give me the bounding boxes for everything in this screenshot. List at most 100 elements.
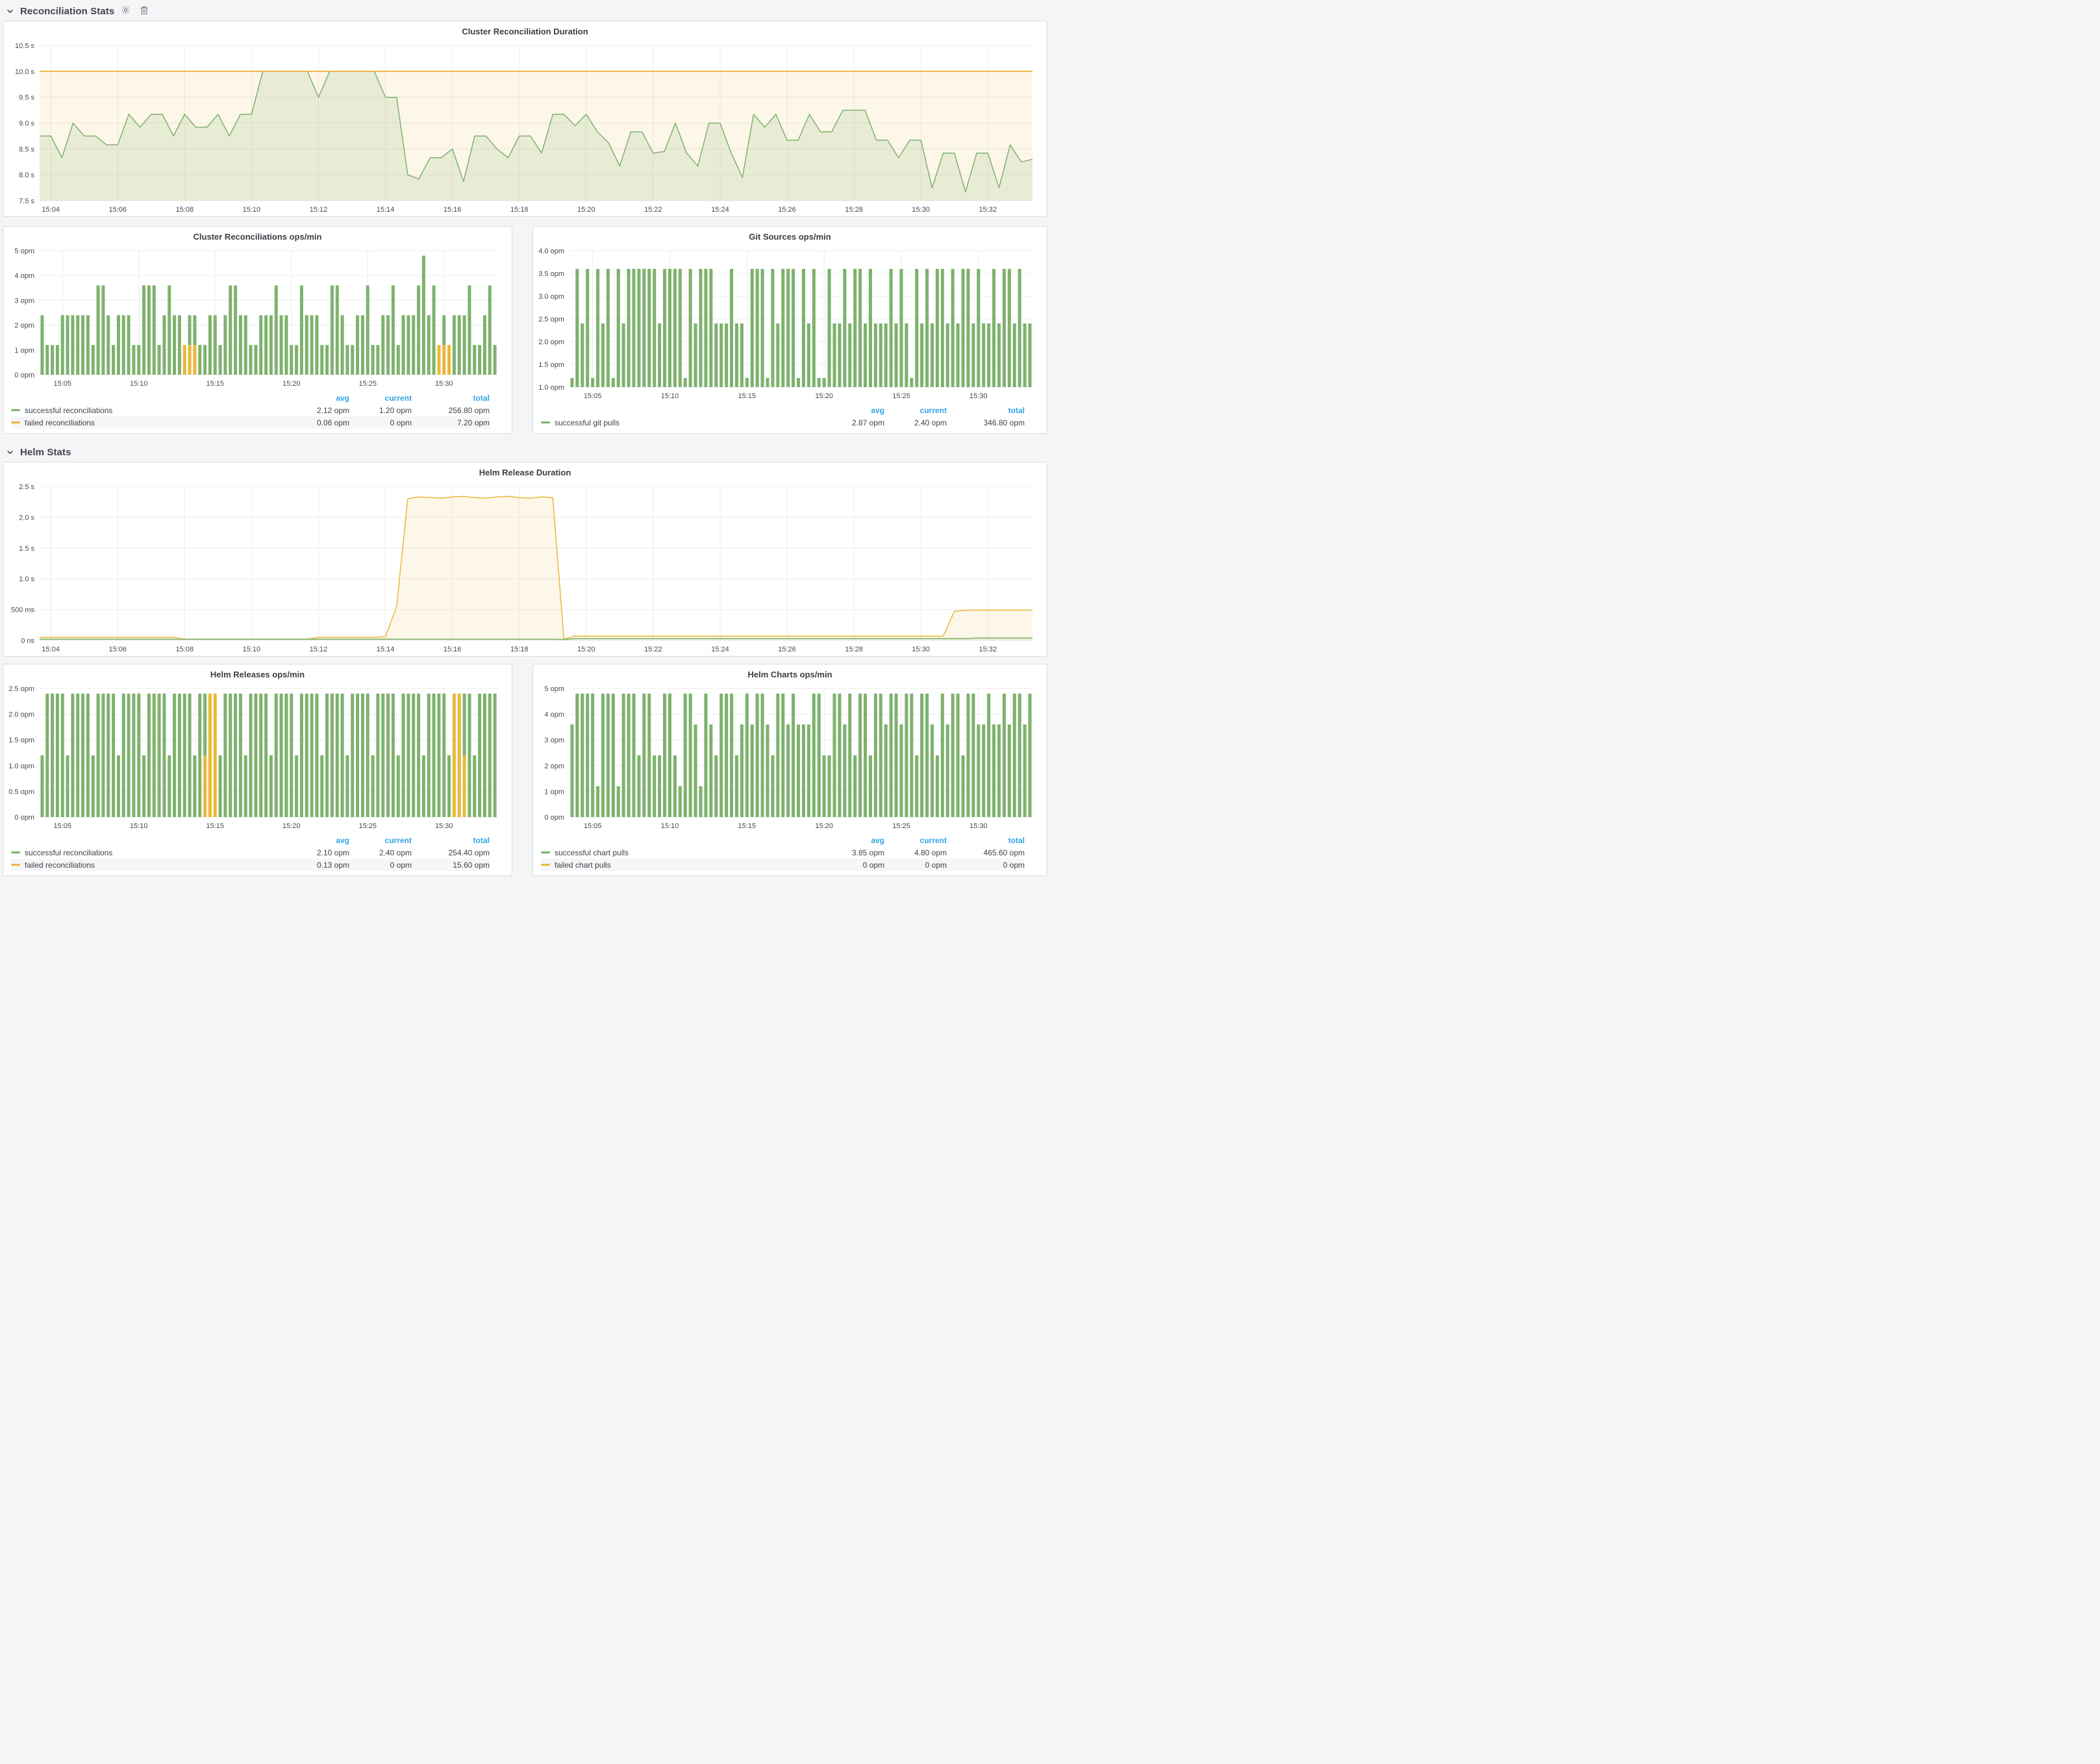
section-header-helm-stats[interactable]: Helm Stats [0, 434, 1050, 462]
legend-sort-total[interactable]: total [412, 836, 490, 845]
legend-header-row: avg current total [541, 404, 1025, 416]
svg-text:10.5 s: 10.5 s [15, 42, 34, 50]
legend-current-value: 0 opm [884, 861, 947, 870]
legend-sort-total[interactable]: total [412, 394, 490, 403]
legend-sort-total[interactable]: total [947, 836, 1025, 845]
panel-title[interactable]: Helm Charts ops/min [533, 664, 1047, 681]
svg-text:15:06: 15:06 [108, 206, 127, 214]
svg-text:15:15: 15:15 [206, 380, 224, 388]
svg-text:500 ms: 500 ms [11, 607, 35, 614]
legend: avg current total successful reconciliat… [3, 390, 512, 433]
series-color-dash [11, 409, 20, 411]
svg-text:5 opm: 5 opm [544, 685, 564, 693]
svg-text:0 opm: 0 opm [14, 372, 34, 379]
svg-text:15:32: 15:32 [979, 206, 997, 214]
svg-text:2.0 s: 2.0 s [19, 514, 34, 522]
svg-text:15:05: 15:05 [584, 822, 602, 830]
svg-text:1 opm: 1 opm [14, 347, 34, 355]
legend-row: failed reconciliations 0.06 opm 0 opm 7.… [11, 416, 490, 429]
svg-text:15:10: 15:10 [661, 392, 679, 400]
section-settings-button[interactable] [121, 5, 131, 17]
cluster-reconciliation-duration-chart[interactable]: 7.5 s8.0 s8.5 s9.0 s9.5 s10.0 s10.5 s15:… [5, 39, 1043, 216]
legend-sort-current[interactable]: current [349, 836, 412, 845]
legend-sort-total[interactable]: total [947, 406, 1025, 415]
legend-sort-avg[interactable]: avg [287, 394, 349, 403]
svg-text:15:12: 15:12 [310, 206, 328, 214]
panel-title[interactable]: Cluster Reconciliation Duration [3, 21, 1047, 38]
legend-series-name[interactable]: failed reconciliations [25, 418, 95, 427]
svg-text:0 ns: 0 ns [21, 637, 34, 645]
legend-current-value: 0 opm [349, 418, 412, 427]
section-delete-button[interactable] [140, 5, 149, 17]
series-color-dash [541, 864, 550, 866]
svg-text:15:12: 15:12 [310, 646, 328, 653]
legend-series-name[interactable]: successful git pulls [555, 418, 619, 427]
panel-title[interactable]: Git Sources ops/min [533, 227, 1047, 243]
svg-text:15:18: 15:18 [510, 646, 529, 653]
panel-title[interactable]: Cluster Reconciliations ops/min [3, 227, 512, 243]
cluster-reconciliations-ops-chart[interactable]: 0 opm1 opm2 opm3 opm4 opm5 opm15:0515:10… [5, 244, 508, 390]
panel-title[interactable]: Helm Releases ops/min [3, 664, 512, 681]
svg-text:15:26: 15:26 [778, 646, 796, 653]
legend-sort-current[interactable]: current [349, 394, 412, 403]
legend-avg-value: 2.12 opm [287, 406, 349, 415]
helm-charts-ops-chart[interactable]: 0 opm1 opm2 opm3 opm4 opm5 opm15:0515:10… [534, 682, 1043, 833]
legend-sort-avg[interactable]: avg [287, 836, 349, 845]
helm-release-duration-chart[interactable]: 0 ns500 ms1.0 s1.5 s2.0 s2.5 s15:0415:06… [5, 480, 1043, 656]
svg-text:2.0 opm: 2.0 opm [8, 711, 34, 719]
svg-text:2 opm: 2 opm [544, 762, 564, 770]
svg-text:15:20: 15:20 [282, 822, 301, 830]
svg-text:15:15: 15:15 [206, 822, 224, 830]
legend-header-row: avg current total [11, 834, 490, 846]
legend-current-value: 2.40 opm [884, 418, 947, 427]
legend-avg-value: 2.10 opm [287, 848, 349, 857]
svg-text:5 opm: 5 opm [14, 247, 34, 255]
legend-avg-value: 0.13 opm [287, 861, 349, 870]
svg-text:15:22: 15:22 [644, 646, 662, 653]
legend-series-name[interactable]: successful reconciliations [25, 848, 112, 857]
svg-text:0 opm: 0 opm [544, 814, 564, 822]
svg-text:15:10: 15:10 [243, 646, 261, 653]
legend-series-name[interactable]: failed reconciliations [25, 861, 95, 870]
panel-title[interactable]: Helm Release Duration [3, 462, 1047, 479]
section-header-reconciliation-stats[interactable]: Reconciliation Stats [0, 0, 1050, 21]
legend-series-name[interactable]: failed chart pulls [555, 861, 611, 870]
legend-series-name[interactable]: successful reconciliations [25, 406, 112, 415]
legend-row: successful reconciliations 2.12 opm 1.20… [11, 404, 490, 416]
helm-releases-ops-chart[interactable]: 0 opm0.5 opm1.0 opm1.5 opm2.0 opm2.5 opm… [5, 682, 508, 833]
svg-text:15:26: 15:26 [778, 206, 796, 214]
legend-series-name[interactable]: successful chart pulls [555, 848, 629, 857]
svg-text:15:08: 15:08 [176, 646, 194, 653]
series-color-dash [11, 422, 20, 423]
legend-header-row: avg current total [541, 834, 1025, 846]
trash-icon [140, 5, 149, 17]
legend-current-value: 4.80 opm [884, 848, 947, 857]
svg-text:15:28: 15:28 [845, 206, 863, 214]
series-color-dash [541, 422, 550, 423]
legend-total-value: 254.40 opm [412, 848, 490, 857]
svg-text:15:14: 15:14 [377, 206, 395, 214]
legend-total-value: 256.80 opm [412, 406, 490, 415]
legend-sort-avg[interactable]: avg [822, 406, 884, 415]
svg-text:2.5 opm: 2.5 opm [8, 685, 34, 693]
svg-text:0 opm: 0 opm [14, 814, 34, 822]
panel-git-sources-ops: Git Sources ops/min 1.0 opm1.5 opm2.0 op… [532, 226, 1047, 434]
svg-text:15:05: 15:05 [53, 380, 71, 388]
chevron-down-icon [6, 449, 14, 456]
legend-sort-current[interactable]: current [884, 406, 947, 415]
svg-text:9.0 s: 9.0 s [19, 120, 34, 128]
svg-text:15:30: 15:30 [912, 206, 930, 214]
svg-text:15:24: 15:24 [711, 206, 729, 214]
git-sources-ops-chart[interactable]: 1.0 opm1.5 opm2.0 opm2.5 opm3.0 opm3.5 o… [534, 244, 1043, 403]
legend-total-value: 7.20 opm [412, 418, 490, 427]
legend-sort-avg[interactable]: avg [822, 836, 884, 845]
svg-text:3 opm: 3 opm [544, 737, 564, 744]
legend: avg current total successful chart pulls… [533, 833, 1047, 876]
legend-row: failed chart pulls 0 opm 0 opm 0 opm [541, 859, 1025, 871]
legend-sort-current[interactable]: current [884, 836, 947, 845]
svg-text:8.5 s: 8.5 s [19, 145, 34, 153]
panel-helm-releases-ops: Helm Releases ops/min 0 opm0.5 opm1.0 op… [3, 664, 512, 876]
svg-text:15:16: 15:16 [444, 206, 462, 214]
panel-helm-charts-ops: Helm Charts ops/min 0 opm1 opm2 opm3 opm… [532, 664, 1047, 876]
svg-text:15:30: 15:30 [435, 822, 453, 830]
